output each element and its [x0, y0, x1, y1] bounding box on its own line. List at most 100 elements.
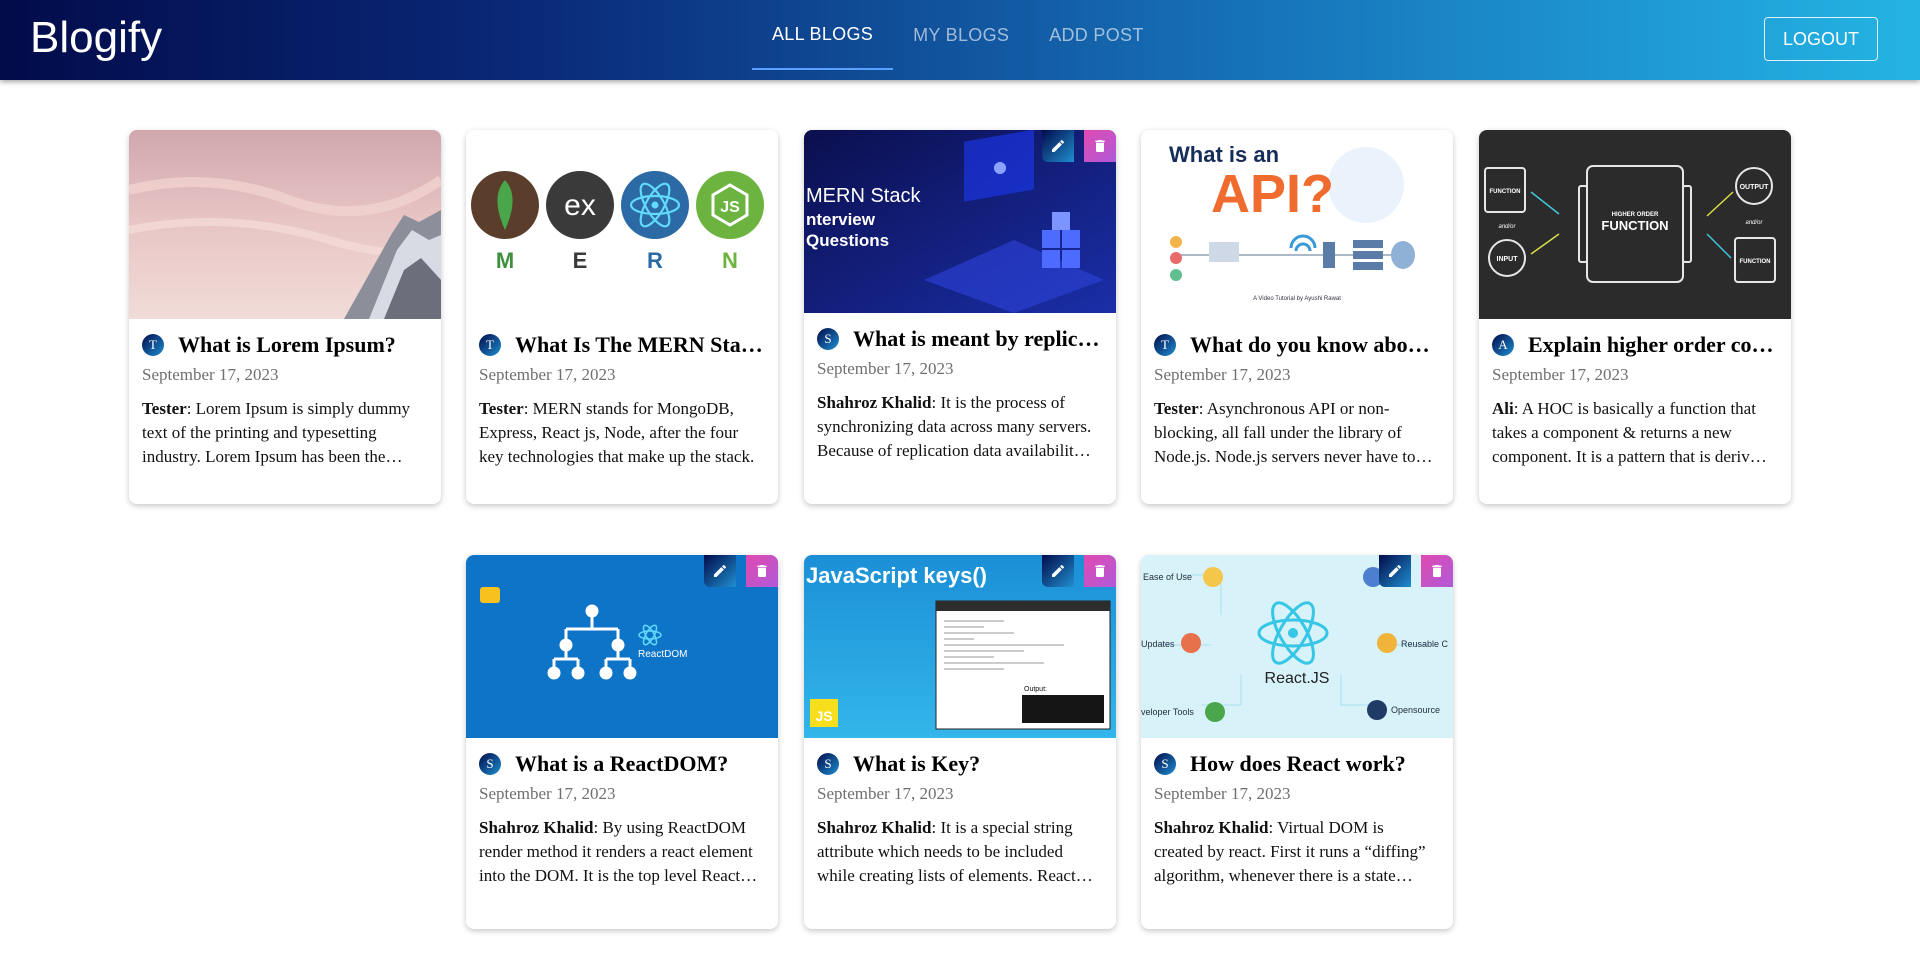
post-author: Tester — [479, 399, 524, 418]
author-avatar: A — [1492, 334, 1514, 356]
blog-card[interactable]: What is an API? A Video Tutorial by Ayus… — [1141, 130, 1453, 504]
post-date: September 17, 2023 — [479, 365, 616, 384]
blog-card[interactable]: ex JS M E R N T What Is The MERN Stack? … — [466, 130, 778, 504]
trash-icon — [1095, 140, 1105, 152]
edit-button[interactable] — [704, 555, 736, 587]
author-avatar: S — [817, 328, 839, 350]
post-date: September 17, 2023 — [1154, 784, 1291, 803]
post-title[interactable]: What is Lorem Ipsum? — [178, 331, 429, 359]
post-date: September 17, 2023 — [1154, 365, 1291, 384]
svg-text:JavaScript keys(): JavaScript keys() — [806, 563, 987, 588]
edit-button[interactable] — [1042, 555, 1074, 587]
tab-all-blogs[interactable]: ALL BLOGS — [752, 0, 894, 70]
post-excerpt: Tester: Asynchronous API or non-blocking… — [1154, 399, 1416, 466]
svg-text:ex: ex — [564, 189, 596, 222]
delete-button[interactable] — [746, 555, 778, 587]
svg-text:Reusable C: Reusable C — [1401, 639, 1449, 649]
svg-text:N: N — [722, 248, 738, 273]
svg-text:R: R — [647, 248, 663, 273]
post-actions — [704, 555, 778, 587]
post-image: ReactDOM — [466, 555, 778, 738]
blog-card[interactable]: MERN Stack nterview Questions S What is … — [804, 130, 1116, 504]
svg-text:Questions: Questions — [806, 231, 889, 250]
post-image — [129, 130, 441, 319]
post-author: Tester — [1154, 399, 1199, 418]
post-date: September 17, 2023 — [817, 784, 954, 803]
author-avatar: T — [142, 334, 164, 356]
post-image: React.JS Ease of Use Updates Reusable C … — [1141, 555, 1453, 738]
post-image: MERN Stack nterview Questions — [804, 130, 1116, 313]
author-avatar: S — [817, 753, 839, 775]
post-title[interactable]: What do you know about Node.js? — [1190, 331, 1441, 359]
brand-logo[interactable]: Blogify — [30, 12, 162, 64]
svg-text:veloper Tools: veloper Tools — [1141, 707, 1194, 717]
pencil-icon — [1389, 564, 1401, 577]
post-title[interactable]: What is meant by replication? — [853, 325, 1104, 353]
post-actions — [1042, 130, 1116, 162]
post-title[interactable]: What is Key? — [853, 750, 1104, 778]
svg-text:OUTPUT: OUTPUT — [1740, 184, 1770, 191]
post-actions — [1379, 555, 1453, 587]
pencil-icon — [714, 564, 726, 577]
edit-button[interactable] — [1379, 555, 1411, 587]
post-image: ex JS M E R N — [466, 130, 778, 319]
svg-text:E: E — [573, 248, 588, 273]
trash-icon — [1432, 565, 1442, 577]
post-actions — [1042, 555, 1116, 587]
svg-text:Updates: Updates — [1141, 639, 1175, 649]
delete-button[interactable] — [1084, 555, 1116, 587]
blog-card[interactable]: React.JS Ease of Use Updates Reusable C … — [1141, 555, 1453, 929]
svg-text:React.JS: React.JS — [1265, 670, 1330, 687]
svg-text:JS: JS — [720, 199, 740, 216]
tab-add-post[interactable]: ADD POST — [1029, 0, 1163, 70]
svg-text:FUNCTION: FUNCTION — [1490, 189, 1521, 195]
post-excerpt: Ali: A HOC is basically a function that … — [1492, 399, 1766, 466]
svg-text:FUNCTION: FUNCTION — [1740, 259, 1771, 265]
trash-icon — [1095, 565, 1105, 577]
delete-button[interactable] — [1084, 130, 1116, 162]
tab-my-blogs[interactable]: MY BLOGS — [893, 0, 1029, 70]
svg-text:ReactDOM: ReactDOM — [638, 649, 687, 660]
svg-text:API?: API? — [1211, 164, 1334, 224]
post-author: Ali — [1492, 399, 1514, 418]
post-title[interactable]: What is a ReactDOM? — [515, 750, 766, 778]
author-avatar: S — [479, 753, 501, 775]
svg-text:M: M — [496, 248, 514, 273]
pencil-icon — [1052, 139, 1064, 152]
post-author: Shahroz Khalid — [817, 393, 932, 412]
author-avatar: T — [479, 334, 501, 356]
svg-text:nterview: nterview — [806, 210, 876, 229]
post-author: Shahroz Khalid — [479, 818, 594, 837]
svg-text:Ease of Use: Ease of Use — [1143, 572, 1192, 582]
post-excerpt: Shahroz Khalid: By using ReactDOM render… — [479, 818, 753, 885]
blog-card[interactable]: ReactDOM S What is a ReactDOM? September… — [466, 555, 778, 929]
delete-button[interactable] — [1421, 555, 1453, 587]
svg-text:Output:: Output: — [1024, 686, 1047, 693]
post-title[interactable]: What Is The MERN Stack? — [515, 331, 766, 359]
app-bar: Blogify ALL BLOGS MY BLOGS ADD POST LOGO… — [0, 0, 1920, 80]
pencil-icon — [1052, 564, 1064, 577]
logout-button[interactable]: LOGOUT — [1764, 17, 1878, 61]
post-date: September 17, 2023 — [479, 784, 616, 803]
author-avatar: T — [1154, 334, 1176, 356]
post-author: Tester — [142, 399, 187, 418]
svg-text:MERN Stack: MERN Stack — [806, 185, 921, 207]
post-title[interactable]: How does React work? — [1190, 750, 1441, 778]
svg-text:INPUT: INPUT — [1497, 256, 1519, 263]
edit-button[interactable] — [1042, 130, 1074, 162]
post-excerpt: Tester: MERN stands for MongoDB, Express… — [479, 399, 755, 466]
blog-card[interactable]: JavaScript keys() Output: JS S What is K… — [804, 555, 1116, 929]
svg-text:JS: JS — [815, 708, 832, 724]
blog-card[interactable]: T What is Lorem Ipsum? September 17, 202… — [129, 130, 441, 504]
author-avatar: S — [1154, 753, 1176, 775]
blog-card[interactable]: FUNCTION INPUT HIGHER ORDER FUNCTION OUT… — [1479, 130, 1791, 504]
trash-icon — [757, 565, 767, 577]
post-title[interactable]: Explain higher order components? — [1528, 331, 1779, 359]
svg-text:and/or: and/or — [1745, 220, 1763, 226]
post-date: September 17, 2023 — [142, 365, 279, 384]
post-image: JavaScript keys() Output: JS — [804, 555, 1116, 738]
svg-text:Opensource: Opensource — [1391, 705, 1440, 715]
post-author: Shahroz Khalid — [817, 818, 932, 837]
post-image: FUNCTION INPUT HIGHER ORDER FUNCTION OUT… — [1479, 130, 1791, 319]
post-excerpt: Shahroz Khalid: It is a special string a… — [817, 818, 1076, 885]
